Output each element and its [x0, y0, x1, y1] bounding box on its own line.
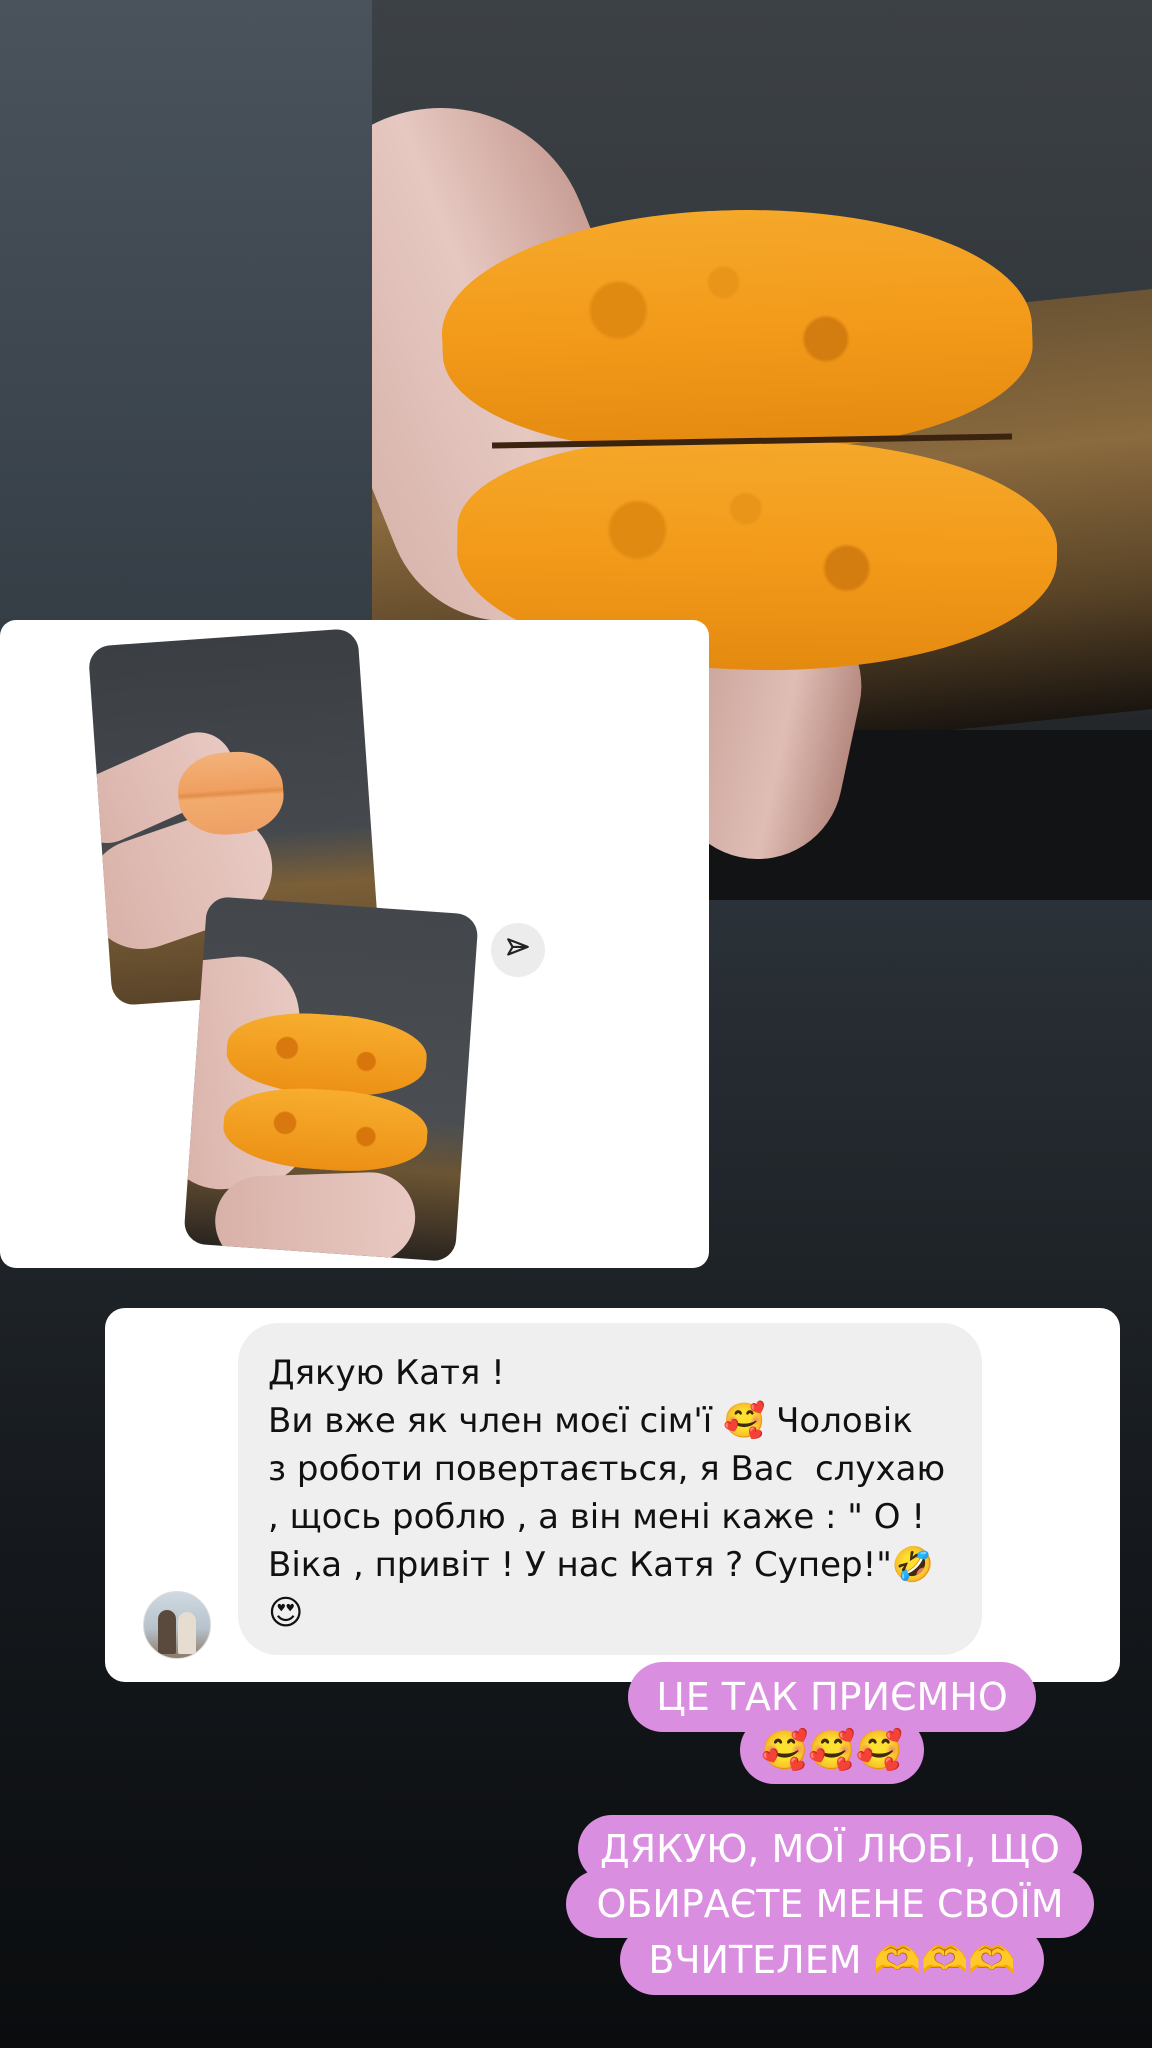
- post-photo-halved-macaron[interactable]: [183, 895, 479, 1263]
- message-bubble: Дякую Катя ! Ви вже як член моєї сім'ї 🥰…: [238, 1323, 982, 1655]
- share-button[interactable]: [491, 923, 545, 977]
- message-line: з роботи повертається, я Вас слухаю: [268, 1449, 946, 1489]
- paper-plane-icon: [505, 935, 531, 965]
- message-line: Віка , привіт ! У нас Катя ? Супер!"🤣: [268, 1545, 935, 1585]
- message-line: Дякую Катя !: [268, 1353, 505, 1393]
- avatar[interactable]: [143, 1591, 211, 1659]
- message-line: 😍: [268, 1593, 304, 1633]
- sticker-reply-1-line-2: 🥰🥰🥰: [740, 1716, 924, 1784]
- sticker-reply-2-line-3: ВЧИТЕЛЕМ 🫶🫶🫶: [620, 1925, 1044, 1995]
- message-line: Ви вже як член моєї сім'ї 🥰 Чоловік: [268, 1401, 913, 1441]
- message-line: , щось роблю , а він мені каже : " О !: [268, 1497, 925, 1537]
